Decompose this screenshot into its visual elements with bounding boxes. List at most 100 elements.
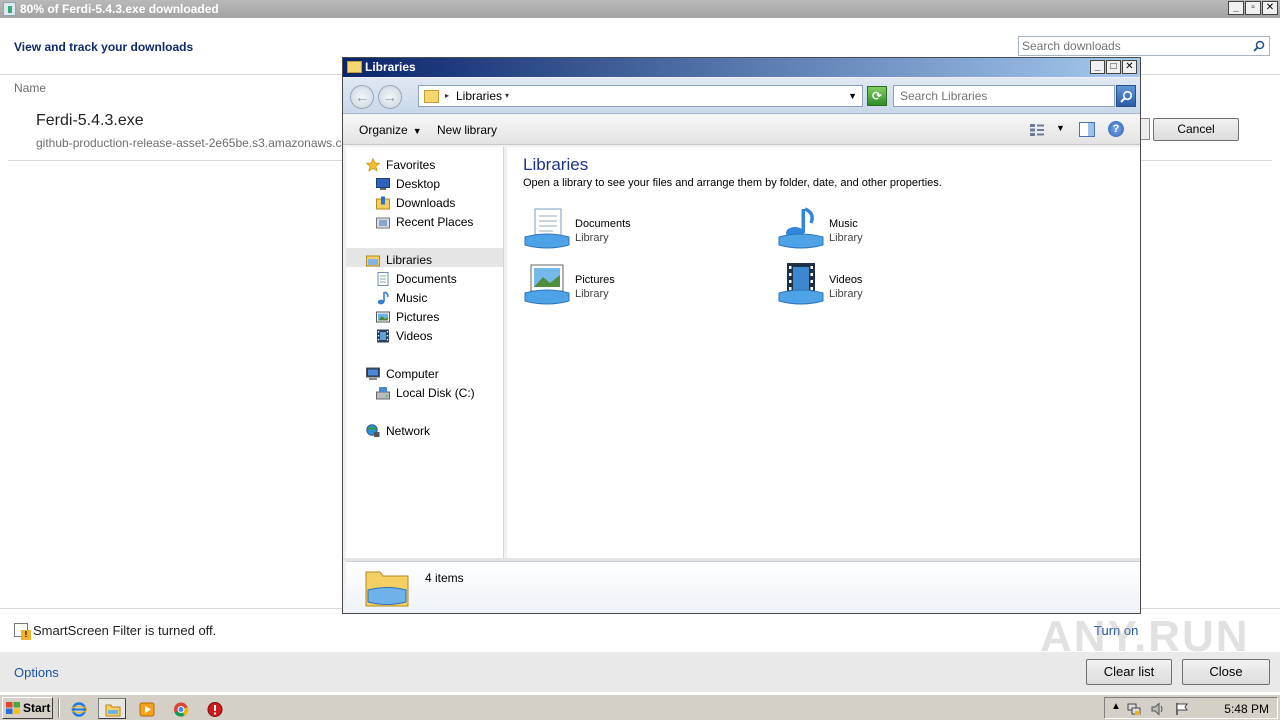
- search-icon[interactable]: [1253, 40, 1265, 52]
- close-window-button[interactable]: ✕: [1122, 60, 1137, 74]
- libraries-icon: [366, 255, 380, 267]
- library-item-videos[interactable]: Videos Library: [777, 263, 977, 307]
- folder-icon: [347, 61, 362, 73]
- options-link[interactable]: Options: [14, 665, 59, 680]
- hard-drive-icon: [376, 387, 390, 400]
- search-icon[interactable]: [1116, 85, 1136, 107]
- network-tray-icon[interactable]: [1127, 702, 1141, 716]
- new-library-button[interactable]: New library: [437, 123, 497, 137]
- download-window-titlebar: 80% of Ferdi-5.4.3.exe downloaded _ ▫ ✕: [0, 0, 1280, 18]
- nav-label: Desktop: [396, 177, 441, 191]
- organize-label: Organize: [359, 123, 408, 137]
- close-button[interactable]: Close: [1182, 659, 1270, 685]
- library-name: Pictures: [575, 274, 615, 286]
- forward-button[interactable]: →: [378, 85, 402, 109]
- chevron-down-icon[interactable]: ▼: [1056, 123, 1065, 133]
- computer-icon: [366, 367, 380, 380]
- volume-icon[interactable]: [1151, 702, 1165, 716]
- recent-places-icon: [376, 217, 390, 229]
- internet-explorer-icon: [71, 702, 87, 717]
- change-view-icon[interactable]: [1029, 123, 1045, 137]
- content-pane: Libraries Open a library to see your fil…: [507, 147, 1140, 558]
- minimize-button[interactable]: _: [1090, 60, 1105, 74]
- star-icon: [366, 158, 380, 172]
- clock[interactable]: 5:48 PM: [1224, 702, 1269, 716]
- chevron-right-icon[interactable]: ▸: [445, 91, 449, 100]
- videos-icon: [377, 329, 389, 343]
- libraries-window: Libraries _ □ ✕ ← → ▸ Libraries ▾ ▼ ⟳ Or…: [342, 57, 1141, 614]
- pictures-library-icon: [524, 264, 570, 305]
- taskbar-internet-explorer[interactable]: [64, 698, 92, 719]
- nav-label: Downloads: [396, 196, 456, 210]
- libraries-window-controls: _ □ ✕: [1090, 60, 1137, 74]
- pause-button[interactable]: [1140, 118, 1150, 140]
- library-type: Library: [575, 288, 609, 300]
- download-icon: [3, 2, 16, 16]
- help-icon[interactable]: ?: [1108, 121, 1124, 137]
- start-button[interactable]: Start: [2, 697, 53, 719]
- close-window-button[interactable]: ✕: [1262, 1, 1278, 15]
- libraries-search-input[interactable]: [894, 86, 1104, 106]
- nav-label: Recent Places: [396, 215, 474, 229]
- nav-label: Network: [386, 424, 431, 438]
- maximize-button[interactable]: ▫: [1245, 1, 1261, 15]
- system-tray: ▲ 5:48 PM: [1104, 697, 1278, 719]
- libraries-search-box[interactable]: [893, 85, 1115, 107]
- media-player-icon: [139, 702, 155, 717]
- taskbar-media-player[interactable]: [132, 698, 160, 719]
- library-name: Videos: [829, 274, 863, 286]
- libraries-icon: [424, 90, 439, 103]
- show-hidden-icons-icon[interactable]: ▲: [1111, 701, 1121, 712]
- address-history-dropdown[interactable]: ▼: [848, 91, 857, 101]
- network-icon: [366, 424, 380, 437]
- stop-icon: [207, 702, 223, 717]
- library-name: Documents: [575, 218, 631, 230]
- address-bar-row: ← → ▸ Libraries ▾ ▼ ⟳: [343, 78, 1140, 114]
- nav-label: Videos: [396, 329, 433, 343]
- taskbar-windows-explorer[interactable]: [98, 698, 126, 719]
- videos-library-icon: [778, 263, 824, 305]
- downloads-search-box[interactable]: [1018, 36, 1270, 56]
- page-title: Libraries: [523, 155, 589, 174]
- command-bar: Organize ▼ New library ▼ ?: [343, 115, 1140, 145]
- chevron-down-icon[interactable]: ▾: [505, 91, 509, 100]
- library-type: Library: [575, 232, 609, 244]
- clear-list-button[interactable]: Clear list: [1086, 659, 1172, 685]
- libraries-folder-icon: [365, 571, 409, 607]
- downloads-search-input[interactable]: [1019, 37, 1239, 55]
- back-button[interactable]: ←: [350, 85, 374, 109]
- organize-button[interactable]: Organize ▼: [359, 123, 422, 137]
- preview-pane-icon[interactable]: [1079, 122, 1095, 137]
- start-label: Start: [23, 701, 51, 715]
- minimize-button[interactable]: _: [1228, 1, 1244, 15]
- library-name: Music: [829, 218, 858, 230]
- breadcrumb-libraries[interactable]: Libraries: [456, 89, 502, 103]
- nav-label: Computer: [386, 367, 439, 381]
- smartscreen-status: SmartScreen Filter is turned off.: [33, 623, 217, 638]
- library-type: Library: [829, 232, 863, 244]
- address-bar[interactable]: ▸ Libraries ▾ ▼: [418, 85, 863, 107]
- maximize-button[interactable]: □: [1106, 60, 1121, 74]
- smartscreen-warning-icon: [14, 623, 31, 640]
- library-type: Library: [829, 288, 863, 300]
- nav-label: Music: [396, 291, 428, 305]
- column-header-name[interactable]: Name: [14, 81, 46, 95]
- downloads-folder-icon: [376, 196, 390, 210]
- library-item-documents[interactable]: Documents Library: [523, 207, 723, 251]
- taskbar-separator: [58, 698, 60, 718]
- library-item-pictures[interactable]: Pictures Library: [523, 263, 723, 307]
- cancel-button[interactable]: Cancel: [1153, 118, 1239, 141]
- action-center-flag-icon[interactable]: [1175, 702, 1189, 716]
- music-icon: [377, 291, 389, 305]
- taskbar-chrome[interactable]: [166, 698, 194, 719]
- download-source-url: github-production-release-asset-2e65be.s…: [36, 136, 342, 150]
- folder-icon: [105, 704, 121, 717]
- watermark: ANY.RUN: [1040, 612, 1250, 661]
- library-item-music[interactable]: Music Library: [777, 207, 977, 251]
- refresh-icon[interactable]: ⟳: [867, 86, 887, 106]
- music-library-icon: [778, 207, 824, 249]
- navigation-pane: Favorites Desktop Downloads Recent Place…: [346, 147, 504, 558]
- chrome-icon: [174, 702, 189, 717]
- nav-label: Favorites: [386, 158, 436, 172]
- taskbar-stop-app[interactable]: [200, 698, 228, 719]
